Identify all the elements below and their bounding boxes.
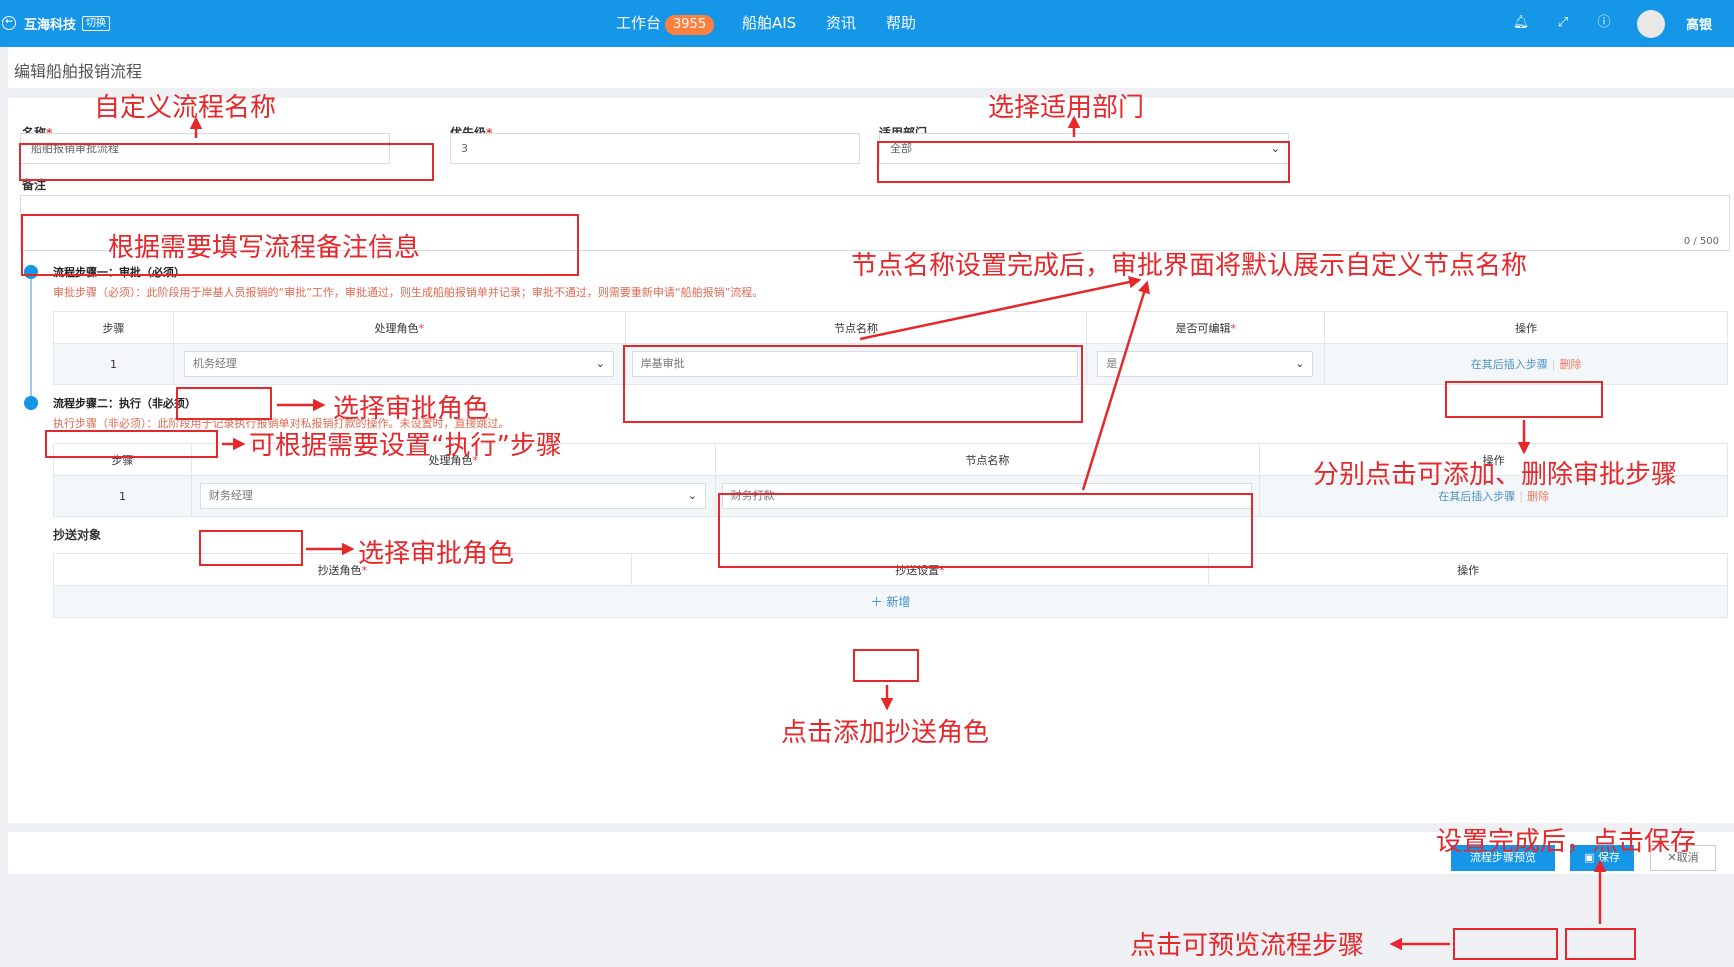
arrow-node1 (859, 275, 1142, 341)
arrow-node2 (1081, 280, 1151, 491)
annotation-arrows (189, 115, 1607, 951)
